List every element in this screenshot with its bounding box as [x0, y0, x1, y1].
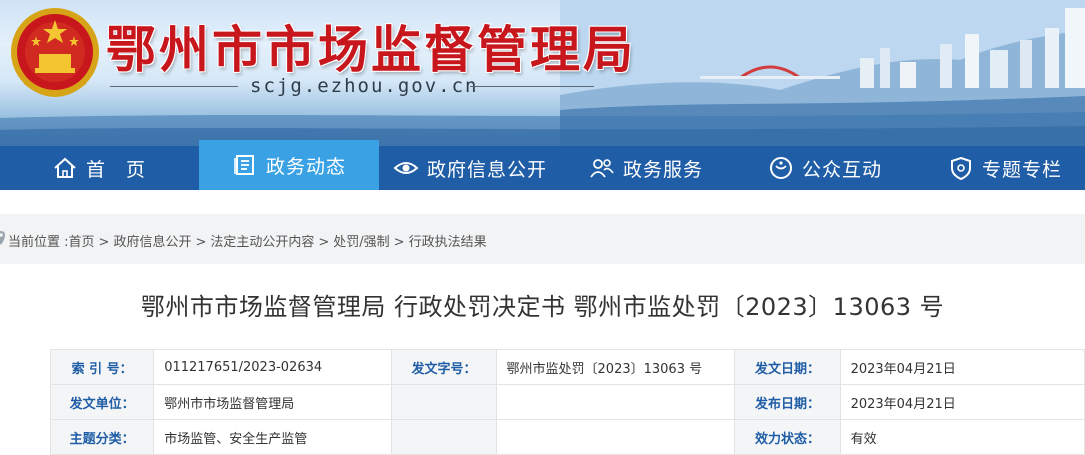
- meta-value-empty: [495, 419, 736, 455]
- document-meta-table: 索 引 号： 011217651/2023-02634 发文字号： 鄂州市监处罚…: [49, 349, 1085, 455]
- main-nav: 首 页 政务动态 政府信息公开 政务服务 公众互动 专题专栏: [0, 140, 1085, 190]
- meta-value-index: 011217651/2023-02634: [153, 349, 393, 385]
- meta-row: 索 引 号： 011217651/2023-02634 发文字号： 鄂州市监处罚…: [49, 349, 1085, 385]
- meta-value-issue-date: 2023年04月21日: [839, 349, 1085, 385]
- meta-key-issuer: 发文单位：: [49, 384, 155, 420]
- meta-key-issue-date: 发文日期：: [734, 349, 841, 385]
- breadcrumb-separator: >: [98, 235, 110, 250]
- url-divider-right: [470, 86, 594, 87]
- shield-icon: [948, 155, 974, 181]
- meta-key-empty: [391, 419, 497, 455]
- site-url: scjg.ezhou.gov.cn: [250, 75, 479, 97]
- nav-label-news: 政务动态: [265, 155, 346, 178]
- breadcrumb-prefix: 当前位置 :: [8, 235, 69, 250]
- meta-key-category: 主题分类：: [49, 419, 155, 455]
- nav-item-home[interactable]: 首 页: [52, 146, 192, 190]
- meta-key-status: 效力状态：: [734, 419, 841, 455]
- meta-value-empty: [495, 384, 736, 420]
- meta-key-publish-date: 发布日期：: [734, 384, 841, 420]
- breadcrumb-bar: 当前位置 :首页 > 政府信息公开 > 法定主动公开内容 > 处罚/强制 > 行政执法结果: [0, 214, 1085, 264]
- meta-row: 发文单位： 鄂州市市场监督管理局 发布日期： 2023年04月21日: [49, 384, 1085, 420]
- nav-label-topics: 专题专栏: [982, 158, 1063, 181]
- nav-item-info-disclosure[interactable]: 政府信息公开: [393, 146, 573, 190]
- meta-row: 主题分类： 市场监管、安全生产监管 效力状态： 有效: [49, 419, 1085, 455]
- meta-value-category: 市场监管、安全生产监管: [153, 419, 393, 455]
- meta-key-empty: [391, 384, 497, 420]
- breadcrumb-item-penalty[interactable]: 处罚/强制: [333, 235, 389, 250]
- home-icon: [52, 155, 78, 181]
- nav-item-services[interactable]: 政务服务: [589, 146, 739, 190]
- site-banner: 鄂州市市场监督管理局 scjg.ezhou.gov.cn: [0, 0, 1085, 146]
- breadcrumb-item-statutory[interactable]: 法定主动公开内容: [210, 235, 314, 250]
- breadcrumb: 当前位置 :首页 > 政府信息公开 > 法定主动公开内容 > 处罚/强制 > 行政执法结果: [8, 231, 487, 250]
- url-divider-left: [110, 86, 238, 87]
- national-emblem-icon: [11, 8, 99, 97]
- meta-key-doc-number: 发文字号：: [391, 349, 497, 385]
- eye-icon: [393, 155, 419, 181]
- breadcrumb-separator: >: [195, 235, 207, 250]
- nav-label-home: 首 页: [86, 158, 147, 181]
- breadcrumb-item-results[interactable]: 行政执法结果: [409, 235, 487, 250]
- breadcrumb-separator: >: [393, 235, 405, 250]
- document-title: 鄂州市市场监督管理局 行政处罚决定书 鄂州市监处罚〔2023〕13063 号: [140, 293, 945, 321]
- nav-item-topics[interactable]: 专题专栏: [948, 146, 1085, 190]
- chat-icon: [768, 155, 794, 181]
- meta-value-doc-number: 鄂州市监处罚〔2023〕13063 号: [495, 349, 736, 385]
- handshake-icon: [589, 155, 615, 181]
- meta-value-issuer: 鄂州市市场监督管理局: [153, 384, 393, 420]
- nav-item-news[interactable]: 政务动态: [199, 140, 379, 190]
- site-title: 鄂州市市场监督管理局: [106, 21, 636, 79]
- breadcrumb-item-info-disclosure[interactable]: 政府信息公开: [113, 235, 191, 250]
- meta-key-index: 索 引 号：: [49, 349, 155, 385]
- meta-value-publish-date: 2023年04月21日: [839, 384, 1085, 420]
- location-pin-icon: [0, 231, 5, 245]
- nav-label-services: 政务服务: [623, 158, 704, 181]
- document-icon: [232, 152, 258, 178]
- nav-item-interaction[interactable]: 公众互动: [768, 146, 918, 190]
- nav-label-info-disclosure: 政府信息公开: [427, 158, 548, 181]
- breadcrumb-separator: >: [318, 235, 330, 250]
- site-url-row: scjg.ezhou.gov.cn: [110, 75, 630, 97]
- breadcrumb-item-home[interactable]: 首页: [69, 235, 95, 250]
- meta-value-status: 有效: [839, 419, 1085, 455]
- nav-label-interaction: 公众互动: [802, 158, 883, 181]
